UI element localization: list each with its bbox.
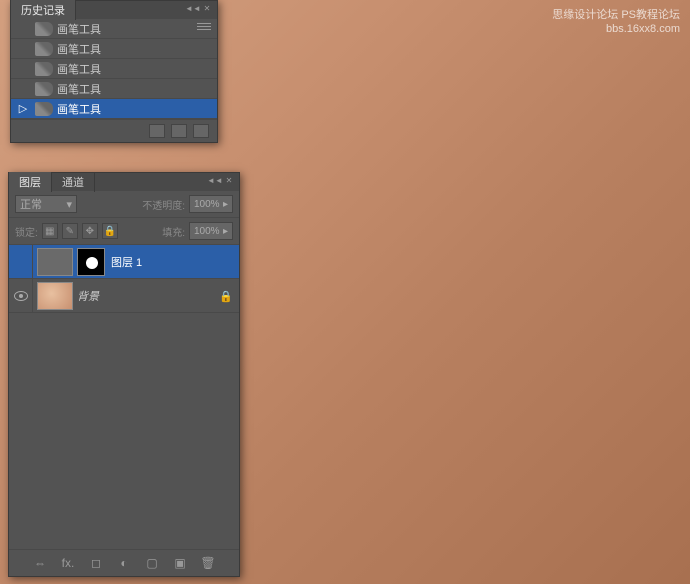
lock-pixels-icon[interactable]: ✎ <box>62 223 78 239</box>
brush-icon <box>35 62 53 76</box>
layers-panel: 图层 通道 ◄◄ ✕ 正常 ▾ 不透明度: 100% ▸ 锁定: ▦ ✎ ✥ 🔒… <box>8 172 240 577</box>
layer-row-background[interactable]: 背景 🔒 <box>9 279 239 313</box>
channels-tab[interactable]: 通道 <box>52 172 95 192</box>
history-label: 画笔工具 <box>57 101 101 117</box>
opacity-input[interactable]: 100% ▸ <box>189 195 233 213</box>
layers-list: 图层 1 背景 🔒 <box>9 245 239 549</box>
history-tab-bar: 历史记录 ◄◄ ✕ <box>11 1 217 19</box>
brush-icon <box>35 82 53 96</box>
blend-mode-dropdown[interactable]: 正常 ▾ <box>15 195 77 213</box>
history-pointer-icon: ▷ <box>15 102 31 115</box>
lock-position-icon[interactable]: ✥ <box>82 223 98 239</box>
collapse-icon[interactable]: ◄◄ <box>207 175 219 187</box>
history-tab[interactable]: 历史记录 <box>11 0 76 20</box>
panel-menu-icon[interactable] <box>197 23 211 33</box>
layer-row[interactable]: 图层 1 <box>9 245 239 279</box>
trash-icon[interactable]: 🗑 <box>199 556 217 570</box>
lock-all-icon[interactable]: 🔒 <box>102 223 118 239</box>
history-item[interactable]: 画笔工具 <box>11 79 217 99</box>
history-label: 画笔工具 <box>57 81 101 97</box>
fill-input[interactable]: 100% ▸ <box>189 222 233 240</box>
layer-thumbnail[interactable] <box>37 282 73 310</box>
brush-icon <box>35 102 53 116</box>
layer-style-icon[interactable]: fx. <box>59 556 77 570</box>
brush-icon <box>35 42 53 56</box>
watermark-text: 思缘设计论坛 <box>552 9 618 21</box>
visibility-toggle[interactable] <box>9 279 33 312</box>
layers-tab-bar: 图层 通道 ◄◄ ✕ <box>9 173 239 191</box>
collapse-icon[interactable]: ◄◄ <box>185 3 197 15</box>
chevron-down-icon: ▾ <box>66 198 72 211</box>
close-icon[interactable]: ✕ <box>223 175 235 187</box>
blend-mode-value: 正常 <box>20 196 42 212</box>
brush-icon <box>35 22 53 36</box>
trash-icon[interactable] <box>193 124 209 138</box>
history-item[interactable]: 画笔工具 <box>11 19 217 39</box>
layers-tab[interactable]: 图层 <box>9 172 52 192</box>
lock-transparency-icon[interactable]: ▦ <box>42 223 58 239</box>
lock-icon: 🔒 <box>219 290 231 302</box>
chevron-right-icon: ▸ <box>223 199 228 210</box>
watermark-url: bbs.16xx8.com <box>606 23 680 35</box>
lock-label: 锁定: <box>15 224 38 239</box>
history-label: 画笔工具 <box>57 41 101 57</box>
adjustment-layer-icon[interactable]: ◐ <box>115 556 133 570</box>
add-mask-icon[interactable]: ◻ <box>87 556 105 570</box>
watermark-text: PS教程论坛 <box>621 9 680 21</box>
new-layer-icon[interactable]: ▣ <box>171 556 189 570</box>
visibility-toggle[interactable] <box>9 245 33 278</box>
chevron-right-icon: ▸ <box>223 226 228 237</box>
history-item[interactable]: 画笔工具 <box>11 59 217 79</box>
close-icon[interactable]: ✕ <box>201 3 213 15</box>
layer-name[interactable]: 背景 <box>77 288 219 304</box>
history-label: 画笔工具 <box>57 21 101 37</box>
opacity-label: 不透明度: <box>142 197 185 212</box>
new-snapshot-icon[interactable] <box>171 124 187 138</box>
history-panel: 历史记录 ◄◄ ✕ 画笔工具 画笔工具 画笔工具 画笔工具 ▷ <box>10 0 218 143</box>
history-label: 画笔工具 <box>57 61 101 77</box>
history-item[interactable]: 画笔工具 <box>11 39 217 59</box>
fill-label: 填充: <box>162 224 185 239</box>
history-item-current[interactable]: ▷ 画笔工具 <box>11 99 217 119</box>
history-list: 画笔工具 画笔工具 画笔工具 画笔工具 ▷ 画笔工具 <box>11 19 217 119</box>
layer-thumbnail[interactable] <box>37 248 73 276</box>
create-document-icon[interactable] <box>149 124 165 138</box>
mask-thumbnail[interactable] <box>77 248 105 276</box>
eye-icon <box>14 291 28 301</box>
new-group-icon[interactable]: ▢ <box>143 556 161 570</box>
link-layers-icon[interactable]: ⇔ <box>31 556 49 570</box>
layer-name[interactable]: 图层 1 <box>111 254 239 270</box>
